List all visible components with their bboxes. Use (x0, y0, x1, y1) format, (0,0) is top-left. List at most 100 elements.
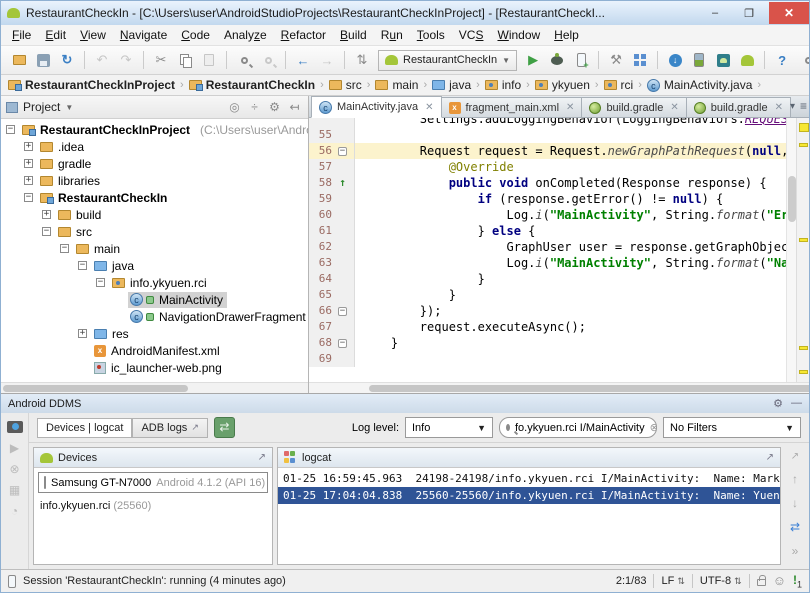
menu-analyze[interactable]: Analyze (217, 26, 274, 44)
menu-code[interactable]: Code (174, 26, 217, 44)
code-line-61[interactable]: 61 } else { (309, 223, 786, 239)
back-icon[interactable]: ← (292, 49, 314, 71)
expander-icon[interactable]: − (6, 125, 15, 134)
project-view-select[interactable]: Project ▼ (6, 100, 73, 114)
breadcrumb-src[interactable]: src (328, 78, 363, 92)
maximize-button[interactable]: ❐ (735, 2, 763, 24)
menu-vcs[interactable]: VCS (452, 26, 491, 44)
code-line-56[interactable]: 56− Request request = Request.newGraphPa… (309, 143, 786, 159)
locate-file-icon[interactable]: ◎ (226, 100, 243, 114)
scroll-bottom-icon[interactable]: ↓ (792, 496, 798, 510)
forward-icon[interactable]: → (316, 49, 338, 71)
menu-edit[interactable]: Edit (38, 26, 73, 44)
tree-item-ic-launcher-web-png[interactable]: ic_launcher-web.png (1, 359, 308, 376)
cut-icon[interactable]: ✂ (150, 49, 172, 71)
expander-icon[interactable]: − (24, 193, 33, 202)
code-line-62[interactable]: 62 GraphUser user = response.getGraphObj… (309, 239, 786, 255)
close-tab-icon[interactable]: ✕ (425, 102, 433, 113)
tab-build-gradle[interactable]: build.gradle✕ (581, 97, 686, 117)
code-line-67[interactable]: 67 request.executeAsync(); (309, 319, 786, 335)
sync-icon[interactable]: ↻ (56, 49, 78, 71)
ddms-hide-icon[interactable]: — (791, 397, 802, 410)
find-icon[interactable] (233, 49, 255, 71)
code-line-63[interactable]: 63 Log.i("MainActivity", String.format("… (309, 255, 786, 271)
code-line-69[interactable]: 69 (309, 351, 786, 367)
editor-vscrollbar[interactable] (786, 118, 796, 382)
fold-icon[interactable]: − (338, 147, 347, 156)
menu-refactor[interactable]: Refactor (274, 26, 333, 44)
tree-item-gradle[interactable]: +gradle (1, 155, 308, 172)
scroll-top-icon[interactable]: ↑ (792, 472, 798, 486)
project-structure-icon[interactable] (629, 49, 651, 71)
log-level-select[interactable]: Info ▼ (405, 417, 493, 438)
close-tab-icon[interactable]: ✕ (566, 102, 574, 113)
tree-item-info-ykyuen-rci[interactable]: −info.ykyuen.rci (1, 274, 308, 291)
breadcrumb-restaurantcheckin[interactable]: RestaurantCheckIn (188, 78, 316, 92)
breadcrumb-info[interactable]: info (484, 78, 522, 92)
close-tab-icon[interactable]: ✕ (775, 102, 783, 113)
breadcrumb-restaurantcheckinproject[interactable]: RestaurantCheckInProject (7, 78, 176, 92)
clear-search-icon[interactable]: ⊗ (650, 421, 657, 434)
adb-restart-icon[interactable]: ⇄ (214, 417, 235, 438)
code-line-66[interactable]: 66− }); (309, 303, 786, 319)
expander-icon[interactable]: + (24, 142, 33, 151)
close-button[interactable]: ✕ (769, 2, 809, 24)
gc-icon[interactable]: ▦ (9, 484, 20, 496)
code-line-60[interactable]: 60 Log.i("MainActivity", String.format("… (309, 207, 786, 223)
expander-icon[interactable]: − (42, 227, 51, 236)
minimize-button[interactable]: – (701, 2, 729, 24)
run-configuration-select[interactable]: RestaurantCheckIn ▼ (378, 50, 517, 71)
run-button[interactable]: ▶ (522, 49, 544, 71)
editor-hscrollbar[interactable] (309, 382, 809, 393)
compare-icon[interactable]: ⇅ (351, 49, 373, 71)
hector-icon[interactable]: ☺ (773, 573, 786, 588)
device-select[interactable]: Samsung GT-N7000 Android 4.1.2 (API 16) … (38, 472, 268, 493)
tree-item-main[interactable]: −main (1, 240, 308, 257)
ddms-tab-devices-logcat[interactable]: Devices | logcat (37, 418, 132, 438)
help-icon[interactable]: ? (771, 49, 793, 71)
event-log-notification[interactable]: !1 (793, 573, 802, 589)
logcat-line[interactable]: 01-25 17:04:04.838 25560-25560/info.ykyu… (278, 487, 780, 504)
paste-icon[interactable] (198, 49, 220, 71)
tree-item-build[interactable]: +build (1, 206, 308, 223)
process-list[interactable]: info.ykyuen.rci (25560) (34, 497, 272, 564)
code-line-65[interactable]: 65 } (309, 287, 786, 303)
expander-icon[interactable]: + (24, 176, 33, 185)
chevron-down-icon[interactable]: ▾ (790, 101, 795, 112)
float-icon[interactable]: ↗ (791, 451, 799, 462)
tree-item-mainactivity[interactable]: cMainActivity (1, 291, 308, 308)
float-panel-icon[interactable]: ↗ (258, 452, 266, 463)
tab-build-gradle[interactable]: build.gradle✕ (686, 97, 791, 117)
tree-item-restaurantcheckin[interactable]: −RestaurantCheckIn (1, 189, 308, 206)
sync-project-icon[interactable]: ↓ (664, 49, 686, 71)
fold-icon[interactable]: − (338, 339, 347, 348)
menu-tools[interactable]: Tools (410, 26, 452, 44)
code-line-55[interactable]: 55 (309, 127, 786, 143)
override-marker-icon[interactable]: ↑ (339, 175, 346, 191)
tab-list-icon[interactable]: ≡ (800, 99, 807, 113)
menu-file[interactable]: File (5, 26, 38, 44)
expand-icon[interactable]: » (792, 544, 799, 558)
replace-icon[interactable] (257, 49, 279, 71)
menu-run[interactable]: Run (374, 26, 410, 44)
code-line-59[interactable]: 59 if (response.getError() != null) { (309, 191, 786, 207)
breadcrumb-main[interactable]: main (374, 78, 419, 92)
tree-item-restaurantcheckinproject[interactable]: −RestaurantCheckInProject(C:\Users\user\… (1, 121, 308, 138)
logcat-search-input[interactable]: fo.ykyuen.rci I/MainActivity ⊗ (499, 417, 657, 438)
sdk-manager-icon[interactable] (712, 49, 734, 71)
collapse-all-icon[interactable]: ÷ (246, 100, 263, 114)
logcat-filter-select[interactable]: No Filters ▼ (663, 417, 801, 438)
save-icon[interactable] (32, 49, 54, 71)
lock-icon[interactable] (757, 579, 766, 586)
method-profiling-icon[interactable]: ◔ (11, 505, 18, 517)
encoding-select[interactable]: UTF-8 ⇅ (700, 575, 742, 587)
menu-help[interactable]: Help (547, 26, 586, 44)
settings-wrench-icon[interactable]: ⚒ (605, 49, 627, 71)
menu-navigate[interactable]: Navigate (113, 26, 174, 44)
tree-item-src[interactable]: −src (1, 223, 308, 240)
soft-wrap-icon[interactable]: ⇄ (790, 520, 800, 534)
debug-button[interactable] (546, 49, 568, 71)
breadcrumb-mainactivity-java[interactable]: cMainActivity.java (646, 78, 753, 92)
caret-position[interactable]: 2:1/83 (616, 575, 647, 587)
device-monitor-icon[interactable] (688, 49, 710, 71)
